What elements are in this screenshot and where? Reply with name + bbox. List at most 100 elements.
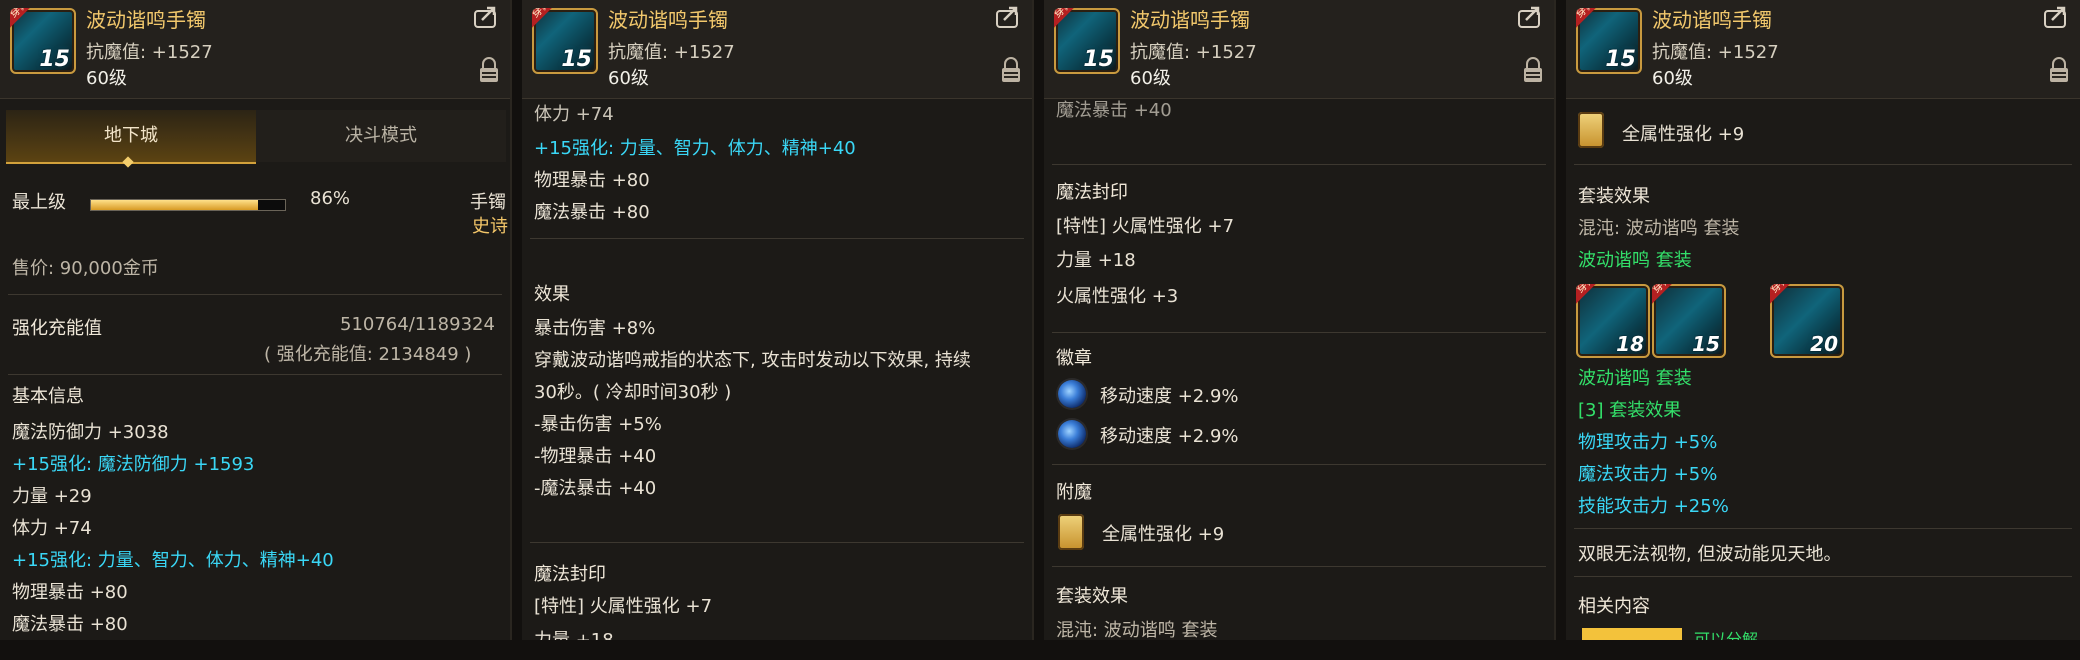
charge-total: ( 强化充能值: 2134849 ) <box>264 344 472 365</box>
seal-item: 力量 +18 <box>1056 250 1136 271</box>
effect-line: -物理暴击 +40 <box>534 446 657 467</box>
divider <box>1574 164 2072 165</box>
blue-emblem-icon <box>1058 420 1086 448</box>
divider <box>1574 528 2072 529</box>
stat-line: 力量 +18 <box>534 626 614 640</box>
anti-magic-value: 抗魔值: +1527 <box>1652 42 1779 63</box>
effect-line: 穿戴波动谐鸣戒指的状态下, 攻击时发动以下效果, 持续 <box>534 350 971 371</box>
lock-icon[interactable] <box>1000 56 1022 84</box>
upgrade-number: 15 <box>39 47 70 72</box>
grade-percent: 86% <box>310 188 351 209</box>
item-header: 穿戴中 15 波动谐鸣手镯 抗魔值: +1527 60级 <box>0 0 510 99</box>
enchant-title: 附魔 <box>1056 482 1092 503</box>
tooltip-panel-4: 穿戴中 15 波动谐鸣手镯 抗魔值: +1527 60级 全属性强化 +9 套装… <box>1566 0 2080 640</box>
stat-line: +15强化: 力量、智力、体力、精神+40 <box>534 138 856 159</box>
anti-magic-value: 抗魔值: +1527 <box>608 42 735 63</box>
grade-progress-bar <box>90 199 286 211</box>
grade-progress-fill <box>91 200 258 210</box>
share-icon[interactable] <box>2044 6 2070 28</box>
tooltip-panel-1: 穿戴中 15 波动谐鸣手镯 抗魔值: +1527 60级 地下城 决斗模式 最上… <box>0 0 512 640</box>
item-level: 60级 <box>86 68 127 89</box>
enchant-card-icon <box>1058 514 1084 550</box>
set-title: 套装效果 <box>1056 586 1128 607</box>
set-item-icon[interactable]: 穿戴中 20 <box>1770 284 1844 358</box>
item-title: 波动谐鸣手镯 <box>1130 8 1250 32</box>
divider <box>8 374 502 375</box>
set-item-icon[interactable]: 穿戴中 15 <box>1652 284 1726 358</box>
mode-tabs: 地下城 决斗模式 <box>6 110 506 168</box>
tab-dungeon[interactable]: 地下城 <box>6 110 256 164</box>
lock-icon[interactable] <box>1522 56 1544 84</box>
divider <box>1052 566 1546 567</box>
equipped-ribbon: 穿戴中 <box>1576 284 1615 304</box>
divider <box>1574 576 2072 577</box>
lock-icon[interactable] <box>478 56 500 84</box>
set-bonus-line: 物理攻击力 +5% <box>1578 432 1718 453</box>
enchant-card-icon <box>1578 112 1604 148</box>
item-title: 波动谐鸣手镯 <box>608 8 728 32</box>
effect-line: 30秒。( 冷却时间30秒 ) <box>534 382 732 403</box>
set-name: 波动谐鸣 套装 <box>1578 250 1692 271</box>
upgrade-number: 15 <box>561 47 592 72</box>
set-bonus-line: 魔法攻击力 +5% <box>1578 464 1718 485</box>
effect-title: 效果 <box>534 284 570 305</box>
stat-line: 物理暴击 +80 <box>12 582 128 603</box>
stat-line: 体力 +74 <box>534 104 614 125</box>
upgrade-number: 15 <box>1083 47 1114 72</box>
stat-line: 体力 +74 <box>12 518 92 539</box>
related-button[interactable] <box>1582 628 1682 640</box>
upgrade-number: 15 <box>1692 332 1720 356</box>
equipped-ribbon: 穿戴中 <box>1576 8 1613 28</box>
upgrade-number: 20 <box>1810 332 1838 356</box>
stat-line: 魔法暴击 +80 <box>534 202 650 223</box>
seal-line: [特性] 火属性强化 +7 <box>534 596 713 617</box>
item-level: 60级 <box>608 68 649 89</box>
divider <box>1052 164 1546 165</box>
item-title: 波动谐鸣手镯 <box>1652 8 1772 32</box>
set-name: 波动谐鸣 套装 <box>1578 368 1692 389</box>
stat-line: 力量 +29 <box>12 486 92 507</box>
equipped-ribbon: 穿戴中 <box>532 8 569 28</box>
tooltip-panel-2: 穿戴中 15 波动谐鸣手镯 抗魔值: +1527 60级 体力 +74 +15强… <box>522 0 1034 640</box>
related-link[interactable]: 可以分解 <box>1694 626 1758 640</box>
set-line: 混沌: 波动谐鸣 套装 <box>1056 620 1218 640</box>
stat-line: 魔法暴击 +40 <box>1056 100 1172 121</box>
set-bonus-line: 技能攻击力 +25% <box>1578 496 1729 517</box>
blue-emblem-icon <box>1058 380 1086 408</box>
bracelet-item-icon: 穿戴中 15 <box>1054 8 1120 74</box>
bracelet-item-icon: 穿戴中 15 <box>1576 8 1642 74</box>
grade-label: 最上级 <box>12 192 66 213</box>
effect-line: 暴击伤害 +8% <box>534 318 656 339</box>
tab-duel[interactable]: 决斗模式 <box>256 110 506 162</box>
lock-icon[interactable] <box>2048 56 2070 84</box>
item-level: 60级 <box>1130 68 1171 89</box>
emblem-title: 徽章 <box>1056 348 1092 369</box>
set-item-icon[interactable]: 穿戴中 18 <box>1576 284 1650 358</box>
upgrade-number: 15 <box>1605 47 1636 72</box>
stat-line: 魔法防御力 +3038 <box>12 422 169 443</box>
charge-label: 强化充能值 <box>12 318 102 339</box>
equipped-ribbon: 穿戴中 <box>1652 284 1691 304</box>
item-level: 60级 <box>1652 68 1693 89</box>
item-title: 波动谐鸣手镯 <box>86 8 206 32</box>
tooltip-panel-3: 穿戴中 15 波动谐鸣手镯 抗魔值: +1527 60级 魔法暴击 +40 魔法… <box>1044 0 1556 640</box>
seal-item: 火属性强化 +3 <box>1056 286 1179 307</box>
seal-title: 魔法封印 <box>534 564 606 585</box>
related-title: 相关内容 <box>1578 596 1650 617</box>
share-icon[interactable] <box>996 6 1022 28</box>
share-icon[interactable] <box>1518 6 1544 28</box>
bracelet-item-icon: 穿戴中 15 <box>10 8 76 74</box>
rarity-label: 史诗 <box>472 216 508 237</box>
set-bonus-title: [3] 套装效果 <box>1578 400 1682 421</box>
divider <box>8 294 502 295</box>
seal-title: 魔法封印 <box>1056 182 1128 203</box>
stat-line: +15强化: 魔法防御力 +1593 <box>12 454 255 475</box>
equipped-ribbon: 穿戴中 <box>1054 8 1091 28</box>
divider <box>1052 464 1546 465</box>
share-icon[interactable] <box>474 6 500 28</box>
seal-line: [特性] 火属性强化 +7 <box>1056 216 1235 237</box>
equipped-ribbon: 穿戴中 <box>1770 284 1809 304</box>
stat-line: 魔法暴击 +80 <box>12 614 128 635</box>
effect-line: -魔法暴击 +40 <box>534 478 657 499</box>
sell-price: 售价: 90,000金币 <box>12 258 159 279</box>
